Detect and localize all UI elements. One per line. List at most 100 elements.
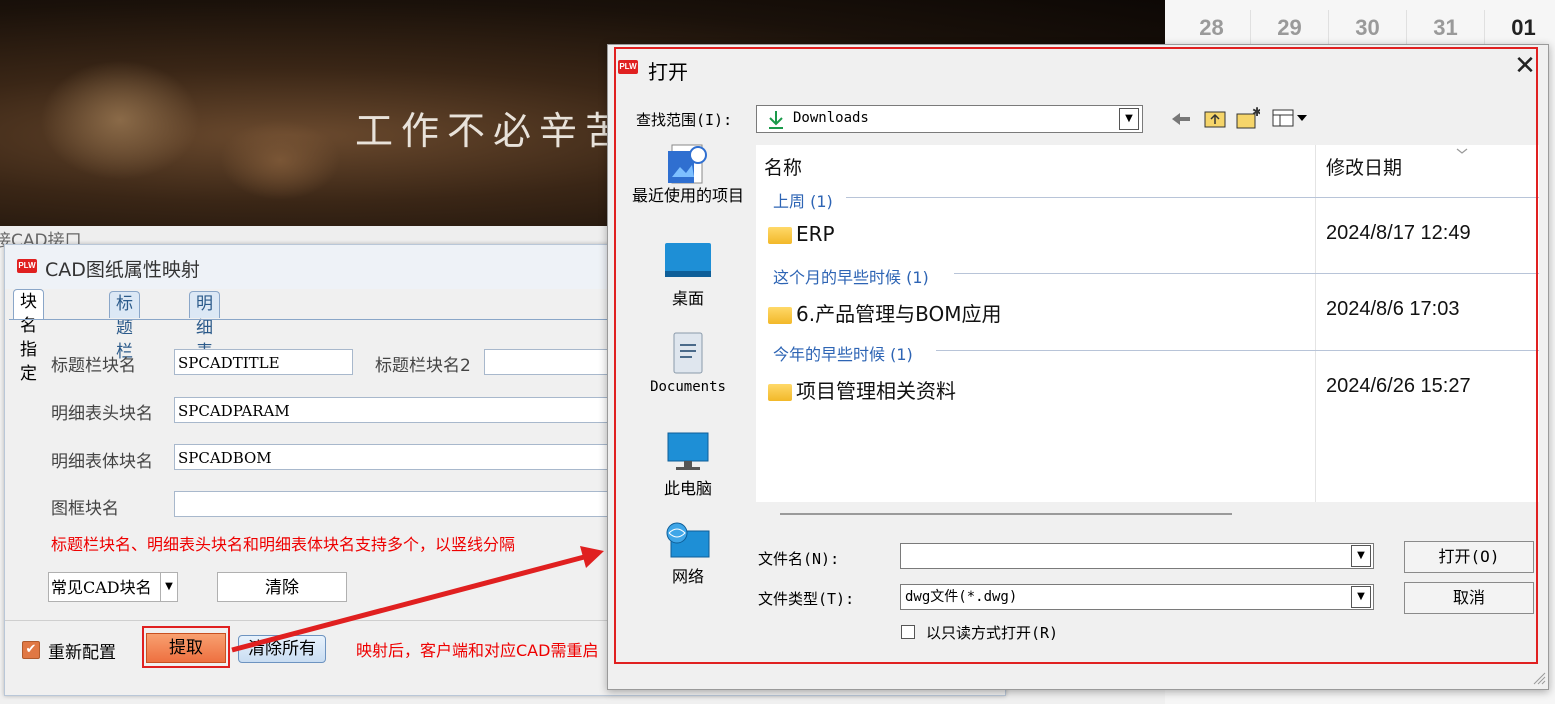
file-type-select[interactable]: dwg文件(*.dwg) ▼ bbox=[900, 584, 1374, 610]
tab-title-bar[interactable]: 标题栏 bbox=[109, 291, 140, 362]
desktop-icon bbox=[665, 243, 711, 277]
group-header[interactable]: 今年的早些时候 (1) bbox=[773, 341, 913, 365]
readonly-label: 以只读方式打开(R) bbox=[926, 624, 1059, 642]
file-date: 2024/8/17 12:49 bbox=[1326, 222, 1471, 244]
plw-logo-icon: PLW bbox=[17, 259, 37, 273]
chevron-down-icon[interactable]: ▼ bbox=[1351, 586, 1371, 608]
footer-note: 映射后，客户端和对应CAD需重启 bbox=[356, 641, 599, 660]
back-arrow-icon[interactable] bbox=[1170, 111, 1192, 127]
file-type-value: dwg文件(*.dwg) bbox=[905, 589, 1018, 605]
place-recent[interactable]: 最近使用的项目 bbox=[618, 141, 758, 204]
cancel-button[interactable]: 取消 bbox=[1404, 582, 1534, 614]
calendar-day[interactable]: 31 bbox=[1407, 10, 1485, 46]
group-divider bbox=[846, 197, 1539, 198]
documents-icon bbox=[673, 332, 703, 374]
place-this-pc[interactable]: 此电脑 bbox=[618, 431, 758, 499]
group-divider bbox=[936, 350, 1539, 351]
tab-detail-table[interactable]: 明细表 bbox=[189, 291, 220, 362]
photo-highlight bbox=[220, 120, 340, 200]
chevron-down-icon[interactable]: ▼ bbox=[1351, 545, 1371, 567]
place-network-label: 网络 bbox=[671, 567, 704, 586]
open-file-dialog: PLW 打开 ✕ 查找范围(I): Downloads ▼ ✱ 最近使用的项目 … bbox=[607, 44, 1549, 690]
download-arrow-icon bbox=[769, 111, 783, 129]
computer-icon bbox=[667, 432, 709, 470]
view-menu-icon[interactable] bbox=[1272, 109, 1308, 127]
svg-text:✱: ✱ bbox=[1252, 107, 1260, 119]
group-divider bbox=[954, 273, 1539, 274]
plw-logo-icon: PLW bbox=[618, 60, 638, 74]
place-recent-label: 最近使用的项目 bbox=[631, 186, 744, 205]
title-block-label: 标题栏块名 bbox=[51, 356, 136, 376]
list-item[interactable]: 6.产品管理与BOM应用 bbox=[768, 298, 1001, 327]
file-name: 项目管理相关资料 bbox=[796, 379, 956, 403]
block-name-note: 标题栏块名、明细表头块名和明细表体块名支持多个，以竖线分隔 bbox=[51, 535, 516, 554]
title-block-field[interactable]: SPCADTITLE bbox=[174, 349, 353, 375]
group-header[interactable]: 上周 (1) bbox=[773, 188, 833, 212]
photo-highlight bbox=[40, 60, 200, 180]
folder-icon bbox=[768, 307, 792, 324]
file-list-view: 名称 修改日期 上周 (1) ERP 2024/8/17 12:49 这个月的早… bbox=[756, 145, 1539, 502]
column-header-name[interactable]: 名称 bbox=[764, 153, 802, 180]
reconfig-label: 重新配置 bbox=[48, 643, 116, 663]
group-header[interactable]: 这个月的早些时候 (1) bbox=[773, 264, 929, 288]
chevron-down-icon[interactable]: ▼ bbox=[160, 573, 177, 601]
detail-body-label: 明细表体块名 bbox=[51, 452, 153, 472]
calendar-day-current[interactable]: 01 bbox=[1485, 10, 1555, 46]
calendar-day[interactable]: 29 bbox=[1251, 10, 1329, 46]
list-item[interactable]: ERP bbox=[768, 222, 835, 246]
common-cad-blocks-value: 常见CAD块名 bbox=[51, 578, 152, 597]
network-icon bbox=[666, 522, 710, 558]
look-in-label: 查找范围(I): bbox=[636, 111, 733, 129]
clear-button[interactable]: 清除 bbox=[217, 572, 347, 602]
frame-block-field[interactable] bbox=[174, 491, 609, 517]
calendar-day[interactable]: 28 bbox=[1173, 10, 1251, 46]
title-block2-field[interactable] bbox=[484, 349, 609, 375]
look-in-select[interactable]: Downloads ▼ bbox=[756, 105, 1143, 133]
file-date: 2024/6/26 15:27 bbox=[1326, 375, 1471, 397]
detail-header-label: 明细表头块名 bbox=[51, 404, 153, 424]
file-name-value bbox=[901, 548, 905, 564]
place-documents-label: Documents bbox=[650, 379, 726, 395]
file-type-label: 文件类型(T): bbox=[758, 590, 855, 608]
folder-icon bbox=[768, 227, 792, 244]
place-desktop[interactable]: 桌面 bbox=[618, 241, 758, 309]
common-cad-blocks-select[interactable]: 常见CAD块名 ▼ bbox=[48, 572, 178, 602]
folder-icon bbox=[768, 384, 792, 401]
file-date: 2024/8/6 17:03 bbox=[1326, 298, 1460, 320]
open-dialog-title: 打开 bbox=[648, 60, 688, 84]
file-name-input[interactable]: ▼ bbox=[900, 543, 1374, 569]
places-bar: 最近使用的项目 桌面 Documents 此电脑 网络 bbox=[618, 141, 758, 586]
horizontal-scrollbar[interactable] bbox=[780, 513, 1232, 515]
readonly-checkbox[interactable] bbox=[901, 625, 915, 639]
column-divider[interactable] bbox=[1315, 145, 1316, 502]
new-folder-icon[interactable]: ✱ bbox=[1236, 107, 1260, 129]
place-this-pc-label: 此电脑 bbox=[663, 479, 712, 498]
detail-body-field[interactable]: SPCADBOM bbox=[174, 444, 609, 470]
title-block2-label: 标题栏块名2 bbox=[375, 356, 471, 376]
column-header-modified[interactable]: 修改日期 bbox=[1326, 153, 1402, 180]
detail-header-field[interactable]: SPCADPARAM bbox=[174, 397, 609, 423]
frame-block-label: 图框块名 bbox=[51, 499, 119, 519]
file-name: ERP bbox=[796, 222, 835, 246]
recent-items-icon bbox=[668, 144, 707, 184]
resize-grip-icon[interactable] bbox=[1530, 669, 1546, 685]
up-folder-icon[interactable] bbox=[1204, 108, 1226, 128]
reconfig-checkbox[interactable]: ✔ bbox=[22, 641, 40, 659]
chevron-down-icon[interactable]: ▼ bbox=[1119, 108, 1139, 130]
tab-block-name[interactable]: 块名指定 bbox=[13, 289, 44, 384]
list-item[interactable]: 项目管理相关资料 bbox=[768, 375, 956, 404]
look-in-value: Downloads bbox=[793, 110, 869, 126]
file-name-label: 文件名(N): bbox=[758, 550, 840, 568]
file-name: 6.产品管理与BOM应用 bbox=[796, 302, 1002, 326]
place-documents[interactable]: Documents bbox=[618, 331, 758, 395]
background-slogan: 工作不必辛苦 bbox=[355, 109, 632, 153]
open-button[interactable]: 打开(O) bbox=[1404, 541, 1534, 573]
sort-chevron-icon bbox=[1456, 148, 1468, 154]
place-desktop-label: 桌面 bbox=[671, 289, 704, 308]
extract-button[interactable]: 提取 bbox=[146, 633, 226, 663]
clear-all-button[interactable]: 清除所有 bbox=[238, 635, 326, 663]
calendar-day[interactable]: 30 bbox=[1329, 10, 1407, 46]
cad-dialog-title: CAD图纸属性映射 bbox=[45, 259, 200, 281]
close-icon[interactable]: ✕ bbox=[1510, 51, 1540, 81]
place-network[interactable]: 网络 bbox=[618, 521, 758, 587]
